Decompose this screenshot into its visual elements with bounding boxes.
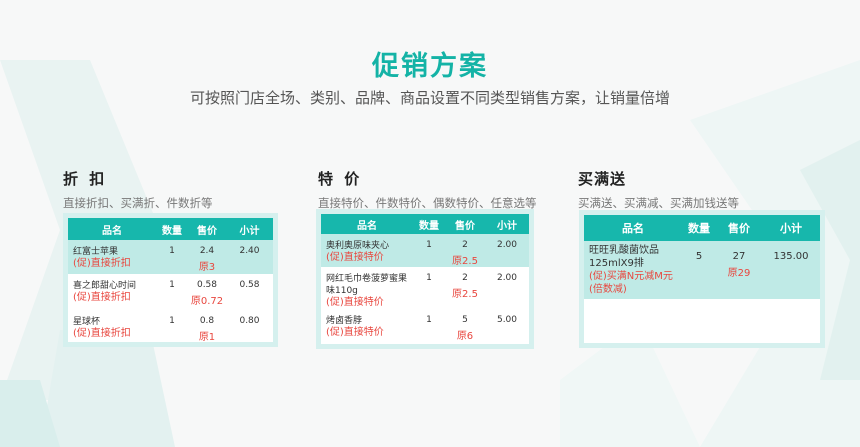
promo-label: (促)直接特价: [326, 327, 384, 338]
item-qty: 1: [426, 240, 432, 250]
item-price: 27: [732, 251, 746, 262]
item-subtotal: 135.00: [773, 251, 809, 262]
item-name: 旺旺乳酸菌饮品125mlX9排: [589, 245, 659, 269]
col-qty: 数量: [688, 222, 710, 235]
promo-label: (促)直接特价: [326, 297, 384, 308]
item-subtotal: 0.80: [239, 316, 260, 326]
item-name: 奥利奥原味夹心: [326, 241, 390, 251]
item-subtotal: 2.00: [496, 240, 518, 250]
item-price: 2: [462, 240, 468, 250]
item-price: 0.58: [196, 280, 218, 290]
item-subtotal: 2.40: [239, 246, 260, 256]
page-subtitle: 可按照门店全场、类别、品牌、商品设置不同类型销售方案，让销量倍增: [189, 89, 670, 107]
item-price: 2: [462, 273, 468, 283]
item-qty: 1: [169, 316, 175, 326]
promo-label: (促)买满N元减M元(倍数减): [589, 271, 673, 295]
section-subtitle: 直接特价、件数特价、偶数特价、任意选等: [318, 196, 537, 210]
page-title: 促销方案: [372, 51, 488, 82]
item-name: 喜之郎甜心时间: [73, 281, 137, 291]
original-price: 原0.72: [190, 296, 224, 307]
item-qty: 1: [426, 315, 432, 325]
item-name: 烤卤香脖: [326, 316, 363, 326]
section-buy-and-get: 买满送 买满送、买满减、买满加钱送等: [578, 168, 739, 211]
col-price: 售价: [455, 220, 475, 232]
section-title: 折 扣: [63, 170, 108, 188]
original-price: 原3: [198, 262, 216, 273]
section-subtitle: 直接折扣、买满折、件数折等: [63, 196, 213, 210]
col-subtotal: 小计: [780, 222, 802, 235]
col-subtotal: 小计: [239, 225, 260, 237]
original-price: 原29: [727, 268, 751, 279]
col-name: 品名: [357, 220, 377, 232]
original-price: 原1: [198, 332, 216, 342]
table-row[interactable]: 网红毛巾卷菠萝蜜果味110g (促)直接特价 1 2 原2.5 2.00: [321, 267, 529, 309]
item-qty: 1: [169, 246, 175, 256]
item-name: 星球杯: [73, 317, 101, 327]
section-title: 买满送: [578, 170, 627, 188]
table-row[interactable]: 烤卤香脖 (促)直接特价 1 5 原6 5.00: [321, 309, 529, 344]
table-header: 品名 数量 售价 小计: [584, 215, 820, 241]
item-price: 0.8: [199, 316, 215, 326]
promo-label: (促)直接特价: [326, 252, 384, 263]
item-qty: 5: [695, 251, 703, 262]
section-special-price: 特 价 直接特价、件数特价、偶数特价、任意选等: [318, 168, 537, 211]
table-header: 品名 数量 售价 小计: [321, 214, 529, 234]
section-discount: 折 扣 直接折扣、买满折、件数折等: [63, 168, 213, 211]
item-qty: 1: [426, 273, 432, 283]
original-price: 原2.5: [452, 289, 478, 300]
item-qty: 1: [169, 280, 175, 290]
promo-label: (促)直接折扣: [73, 258, 131, 269]
item-subtotal: 0.58: [239, 280, 260, 290]
original-price: 原6: [456, 331, 474, 342]
item-name: 网红毛巾卷菠萝蜜果味110g: [326, 274, 408, 296]
table-row[interactable]: 喜之郎甜心时间 (促)直接折扣 1 0.58 原0.72 0.58: [68, 274, 273, 310]
item-price: 2.4: [199, 246, 215, 256]
item-price: 5: [462, 315, 468, 325]
col-price: 售价: [197, 225, 217, 237]
col-name: 品名: [622, 222, 644, 235]
table-row[interactable]: 红富士苹果 (促)直接折扣 1 2.4 原3 2.40: [68, 240, 273, 274]
item-name: 红富士苹果: [73, 247, 119, 257]
section-subtitle: 买满送、买满减、买满加钱送等: [578, 196, 739, 210]
col-name: 品名: [102, 225, 122, 237]
table-row[interactable]: 旺旺乳酸菌饮品125mlX9排 (促)买满N元减M元(倍数减) 5 27 原29 1…: [584, 241, 820, 299]
col-subtotal: 小计: [497, 220, 517, 232]
table-row[interactable]: 奥利奥原味夹心 (促)直接特价 1 2 原2.5 2.00: [321, 234, 529, 267]
original-price: 原2.5: [452, 256, 478, 267]
promo-label: (促)直接折扣: [73, 328, 131, 339]
item-subtotal: 2.00: [496, 273, 518, 283]
col-qty: 数量: [419, 220, 439, 232]
promo-label: (促)直接折扣: [73, 292, 131, 303]
table-row[interactable]: 星球杯 (促)直接折扣 1 0.8 原1 0.80: [68, 310, 273, 342]
section-title: 特 价: [318, 170, 363, 188]
discount-table-card: 品名 数量 售价 小计 红富士苹果 (促)直接折扣 1 2.4 原3 2.40 喜之…: [63, 213, 278, 347]
col-price: 售价: [728, 222, 750, 235]
buy-and-get-table-card: 品名 数量 售价 小计 旺旺乳酸菌饮品125mlX9排 (促)买满N元减M元(倍数…: [579, 210, 825, 348]
col-qty: 数量: [162, 225, 182, 237]
special-price-table-card: 品名 数量 售价 小计 奥利奥原味夹心 (促)直接特价 1 2 原2.5 2.00 …: [316, 209, 534, 349]
table-header: 品名 数量 售价 小计: [68, 218, 273, 240]
item-subtotal: 5.00: [496, 315, 518, 325]
